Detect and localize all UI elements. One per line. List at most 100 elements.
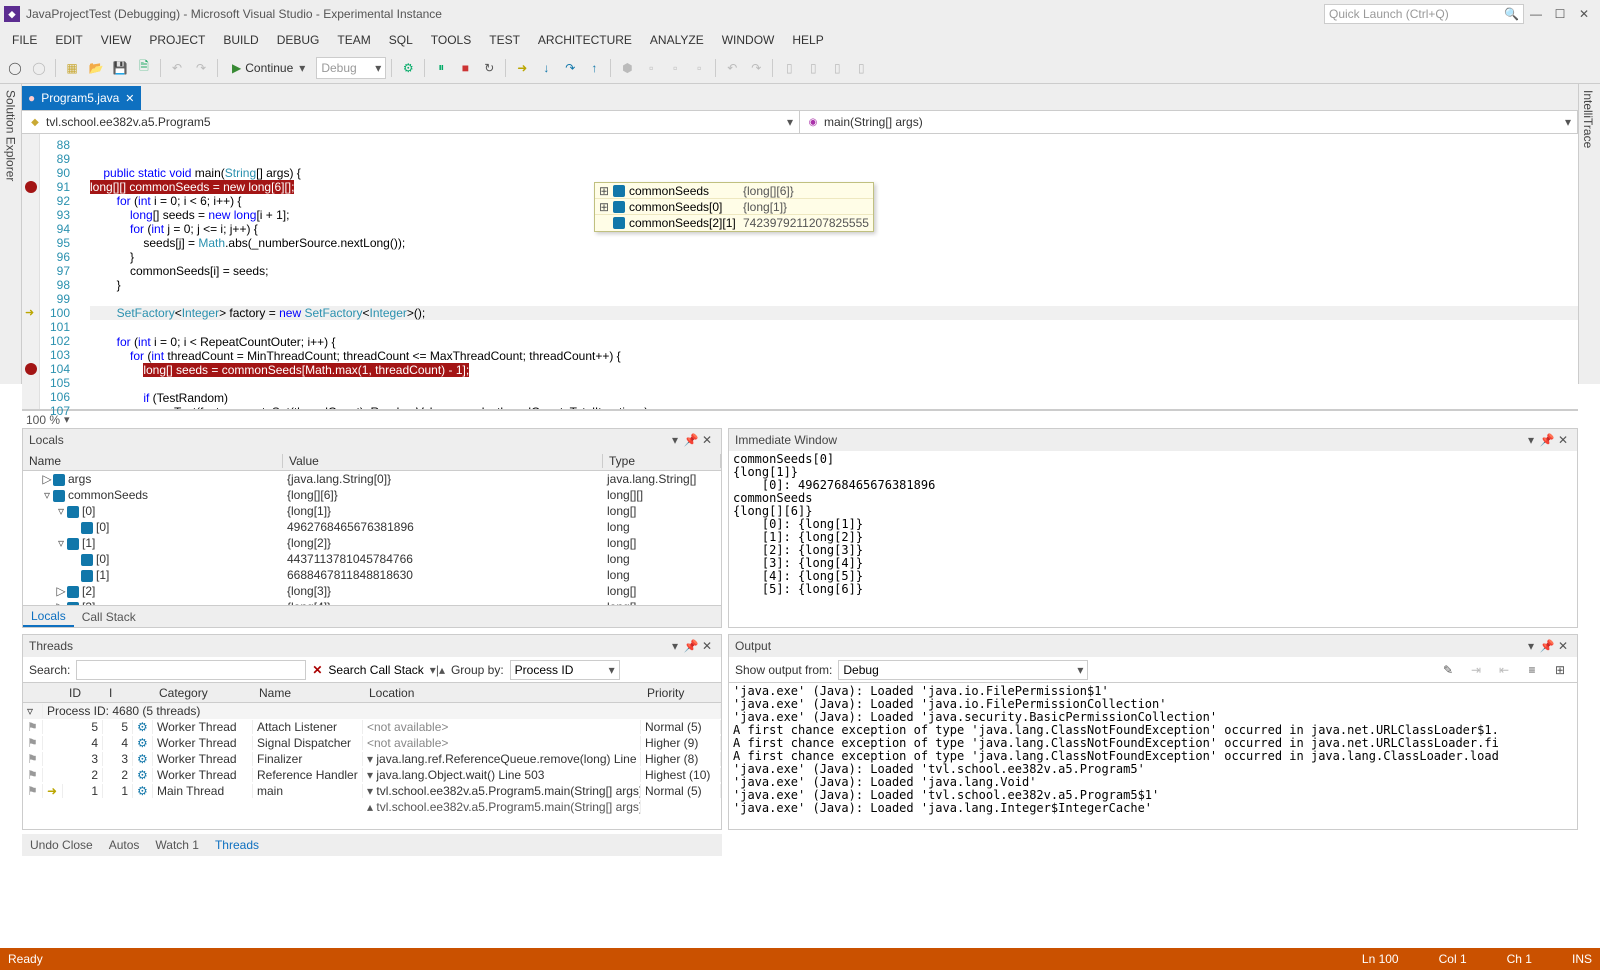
expand-icon[interactable]: ⊞ (599, 200, 609, 214)
tb-icon[interactable]: ▫ (664, 57, 686, 79)
close-tab-button[interactable]: ✕ (125, 92, 134, 105)
immediate-text[interactable]: commonSeeds[0] {long[1]} [0]: 4962768465… (729, 451, 1577, 627)
intellitrace-tab[interactable]: IntelliTrace (1579, 84, 1597, 154)
locals-row[interactable]: [1]6688467811848818630long (23, 567, 721, 583)
code-editor[interactable]: ➜ 88899091929394959697989910010110210310… (22, 134, 1578, 410)
tb-icon[interactable]: ▯ (850, 57, 872, 79)
nav-back-button[interactable]: ◯ (4, 57, 26, 79)
undo-button[interactable]: ↶ (166, 57, 188, 79)
tb-icon[interactable]: ▯ (802, 57, 824, 79)
output-source-combo[interactable]: Debug (838, 660, 1088, 680)
close-panel-button[interactable]: ✕ (699, 433, 715, 447)
clear-search-button[interactable]: ✕ (312, 663, 322, 677)
thread-row[interactable]: ⚑44⚙Worker ThreadSignal Dispatcher<not a… (23, 735, 721, 751)
step-out-button[interactable]: ↑ (583, 57, 605, 79)
redo-button[interactable]: ↷ (190, 57, 212, 79)
menu-window[interactable]: WINDOW (714, 31, 783, 49)
output-icon[interactable]: ⇤ (1493, 659, 1515, 681)
close-button[interactable]: ✕ (1572, 7, 1596, 21)
thread-row[interactable]: ⚑33⚙Worker ThreadFinalizer▾ java.lang.re… (23, 751, 721, 767)
save-button[interactable]: 💾 (109, 57, 131, 79)
tab-threads[interactable]: Threads (207, 836, 267, 854)
step-into-button[interactable]: ↓ (535, 57, 557, 79)
locals-row[interactable]: [0]4962768465676381896long (23, 519, 721, 535)
menu-tools[interactable]: TOOLS (423, 31, 479, 49)
locals-row[interactable]: ▷[2]{long[3]}long[] (23, 583, 721, 599)
menu-help[interactable]: HELP (784, 31, 831, 49)
dropdown-button[interactable]: ▾ (1523, 433, 1539, 447)
breakpoint-icon[interactable] (25, 363, 37, 375)
locals-row[interactable]: ▿commonSeeds{long[][6]}long[][] (23, 487, 721, 503)
step-over-button[interactable]: ↷ (559, 57, 581, 79)
zoom-control[interactable]: 100 % (22, 410, 1578, 428)
save-all-button[interactable]: 🗎 (133, 57, 155, 79)
pin-button[interactable]: 📌 (683, 433, 699, 447)
search-callstack-label[interactable]: Search Call Stack (328, 663, 423, 677)
menu-project[interactable]: PROJECT (141, 31, 213, 49)
file-tab[interactable]: ● Program5.java ✕ (22, 86, 141, 110)
dropdown-button[interactable]: ▾ (667, 433, 683, 447)
quick-launch[interactable]: Quick Launch (Ctrl+Q) 🔍 (1324, 4, 1524, 24)
tab-autos[interactable]: Autos (101, 836, 148, 854)
clear-output-button[interactable]: ✎ (1437, 659, 1459, 681)
maximize-button[interactable]: ☐ (1548, 7, 1572, 21)
tab-watch1[interactable]: Watch 1 (147, 836, 207, 854)
nav-member-combo[interactable]: ◉ main(String[] args)▾ (800, 111, 1578, 133)
thread-row[interactable]: ⚑➜11⚙Main Threadmain▾ tvl.school.ee382v.… (23, 783, 721, 799)
tab-undoclose[interactable]: Undo Close (22, 836, 101, 854)
nav-fwd-button[interactable]: ◯ (28, 57, 50, 79)
breakpoint-gutter[interactable]: ➜ (22, 134, 40, 409)
show-next-statement-button[interactable]: ➜ (511, 57, 533, 79)
config-combo[interactable]: Debug (316, 57, 386, 79)
thread-row[interactable]: ⚑22⚙Worker ThreadReference Handler▾ java… (23, 767, 721, 783)
output-icon[interactable]: ⇥ (1465, 659, 1487, 681)
dropdown-button[interactable]: ▾ (1523, 639, 1539, 653)
open-file-button[interactable]: 📂 (85, 57, 107, 79)
continue-button[interactable]: ▶Continue▾ (223, 58, 314, 78)
locals-row[interactable]: ▿[1]{long[2]}long[] (23, 535, 721, 551)
minimize-button[interactable]: — (1524, 7, 1548, 21)
menu-test[interactable]: TEST (481, 31, 528, 49)
breakpoint-icon[interactable] (25, 181, 37, 193)
threads-group-row[interactable]: ▿Process ID: 4680 (5 threads) (23, 703, 721, 719)
locals-row[interactable]: ▿[0]{long[1]}long[] (23, 503, 721, 519)
pin-button[interactable]: 📌 (1539, 639, 1555, 653)
menu-build[interactable]: BUILD (215, 31, 266, 49)
tb-icon[interactable]: ▯ (778, 57, 800, 79)
tb-icon[interactable]: ▫ (688, 57, 710, 79)
hex-button[interactable]: ⬢ (616, 57, 638, 79)
tb-icon[interactable]: ▯ (826, 57, 848, 79)
restart-button[interactable]: ↻ (478, 57, 500, 79)
menu-view[interactable]: VIEW (93, 31, 140, 49)
wordwrap-button[interactable]: ≡ (1521, 659, 1543, 681)
menu-analyze[interactable]: ANALYZE (642, 31, 712, 49)
menu-sql[interactable]: SQL (381, 31, 421, 49)
pin-button[interactable]: 📌 (683, 639, 699, 653)
groupby-combo[interactable]: Process ID (510, 660, 620, 680)
close-panel-button[interactable]: ✕ (1555, 433, 1571, 447)
output-text[interactable]: 'java.exe' (Java): Loaded 'java.io.FileP… (729, 683, 1577, 829)
pause-button[interactable]: ⏸ (430, 57, 452, 79)
menu-file[interactable]: FILE (4, 31, 45, 49)
thread-row[interactable]: ⚑55⚙Worker ThreadAttach Listener<not ava… (23, 719, 721, 735)
tab-locals[interactable]: Locals (23, 607, 74, 627)
locals-row[interactable]: ▷args{java.lang.String[0]}java.lang.Stri… (23, 471, 721, 487)
solution-explorer-tab[interactable]: Solution Explorer (2, 84, 20, 187)
menu-team[interactable]: TEAM (329, 31, 378, 49)
locals-row[interactable]: [0]4437113781045784766long (23, 551, 721, 567)
tab-callstack[interactable]: Call Stack (74, 608, 144, 626)
close-panel-button[interactable]: ✕ (699, 639, 715, 653)
threads-search-input[interactable] (76, 660, 306, 680)
stop-button[interactable]: ■ (454, 57, 476, 79)
process-button[interactable]: ⚙ (397, 57, 419, 79)
tb-icon[interactable]: ▫ (640, 57, 662, 79)
nav-type-combo[interactable]: ◆ tvl.school.ee382v.a5.Program5▾ (22, 111, 800, 133)
pin-button[interactable]: 📌 (1539, 433, 1555, 447)
menu-debug[interactable]: DEBUG (269, 31, 328, 49)
output-icon[interactable]: ⊞ (1549, 659, 1571, 681)
tb-icon[interactable]: ↶ (721, 57, 743, 79)
dropdown-button[interactable]: ▾ (667, 639, 683, 653)
tb-icon[interactable]: ↷ (745, 57, 767, 79)
close-panel-button[interactable]: ✕ (1555, 639, 1571, 653)
new-project-button[interactable]: ▦ (61, 57, 83, 79)
